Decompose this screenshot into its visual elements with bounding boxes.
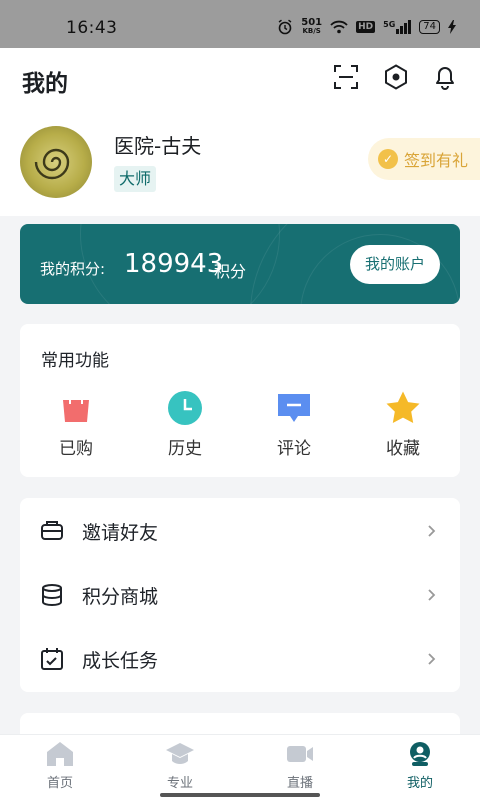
function-label: 评论 <box>277 439 311 459</box>
hd-badge: HD <box>356 21 376 33</box>
menu-item-label: 积分商城 <box>82 585 159 608</box>
function-label: 已购 <box>59 439 93 459</box>
section-title: 常用功能 <box>41 351 109 371</box>
menu-item-invite-friends[interactable]: 邀请好友 <box>20 499 460 563</box>
video-camera-icon <box>287 746 313 762</box>
tab-mine[interactable]: 我的 <box>380 741 460 791</box>
function-purchased[interactable]: 已购 <box>41 390 111 459</box>
tab-live[interactable]: 直播 <box>260 741 340 791</box>
avatar[interactable] <box>20 126 92 198</box>
star-icon <box>385 390 421 426</box>
menu-item-label: 成长任务 <box>82 649 159 672</box>
coins-stack-icon <box>40 583 64 607</box>
coin-check-icon: ✓ <box>378 149 398 169</box>
clock-icon <box>167 390 203 426</box>
points-card: 我的积分: 189943 积分 我的账户 <box>20 224 460 304</box>
points-label: 我的积分: <box>40 260 106 278</box>
function-comment[interactable]: 评论 <box>259 390 329 459</box>
tab-label: 直播 <box>286 776 313 791</box>
status-time: 16:43 <box>66 18 118 38</box>
bottom-tab-bar: 首页 专业 直播 我的 <box>0 734 480 800</box>
profile-header: 我的 医院-古夫 大师 ✓ 签到有礼 <box>0 48 480 216</box>
charging-icon <box>448 20 456 34</box>
checkin-button[interactable]: ✓ 签到有礼 <box>368 138 480 180</box>
points-value: 189943 <box>124 249 224 279</box>
shopping-bag-icon <box>58 390 94 426</box>
tab-label: 我的 <box>406 776 433 791</box>
profile-icon <box>410 742 430 766</box>
tab-professional[interactable]: 专业 <box>140 741 220 791</box>
home-icon <box>47 742 73 766</box>
tab-label: 专业 <box>166 776 193 791</box>
battery-level: 74 <box>423 21 436 32</box>
menu-item-points-mall[interactable]: 积分商城 <box>20 563 460 627</box>
common-functions-card: 常用功能 已购 历史 评论 收藏 <box>20 324 460 477</box>
function-label: 历史 <box>168 439 202 459</box>
checkin-label: 签到有礼 <box>404 151 469 170</box>
battery-icon: 74 <box>419 20 440 34</box>
menu-list-card: 邀请好友 积分商城 成长任务 <box>20 498 460 692</box>
signal-icon: 5G <box>383 20 412 34</box>
status-bar: 16:43 501 KB/S HD 5G 74 <box>0 0 480 48</box>
wifi-icon <box>330 20 348 34</box>
points-unit: 积分 <box>214 262 247 281</box>
signal-label: 5G <box>383 20 396 29</box>
net-speed: 501 KB/S <box>301 18 322 36</box>
net-speed-value: 501 <box>301 17 323 28</box>
home-indicator <box>160 793 320 797</box>
chevron-right-icon <box>428 525 436 537</box>
comment-icon <box>276 390 312 426</box>
level-badge: 大师 <box>114 166 157 192</box>
chevron-right-icon <box>428 589 436 601</box>
bell-icon[interactable] <box>432 64 458 90</box>
page-title: 我的 <box>22 71 68 97</box>
function-favorite[interactable]: 收藏 <box>368 390 438 459</box>
tab-home[interactable]: 首页 <box>20 741 100 791</box>
menu-item-growth-tasks[interactable]: 成长任务 <box>20 627 460 691</box>
my-account-button[interactable]: 我的账户 <box>350 245 440 284</box>
scan-icon[interactable] <box>333 64 359 90</box>
settings-icon[interactable] <box>383 64 409 90</box>
graduation-cap-icon <box>166 743 194 764</box>
menu-item-label: 邀请好友 <box>82 521 159 544</box>
function-label: 收藏 <box>386 439 420 459</box>
username: 医院-古夫 <box>114 134 202 158</box>
alarm-icon <box>278 19 292 35</box>
status-icons: 501 KB/S HD 5G 74 <box>277 18 456 36</box>
chevron-right-icon <box>428 653 436 665</box>
invite-icon <box>40 519 64 543</box>
net-speed-unit: KB/S <box>302 27 321 35</box>
calendar-check-icon <box>40 647 64 671</box>
tab-label: 首页 <box>46 776 73 791</box>
function-history[interactable]: 历史 <box>150 390 220 459</box>
